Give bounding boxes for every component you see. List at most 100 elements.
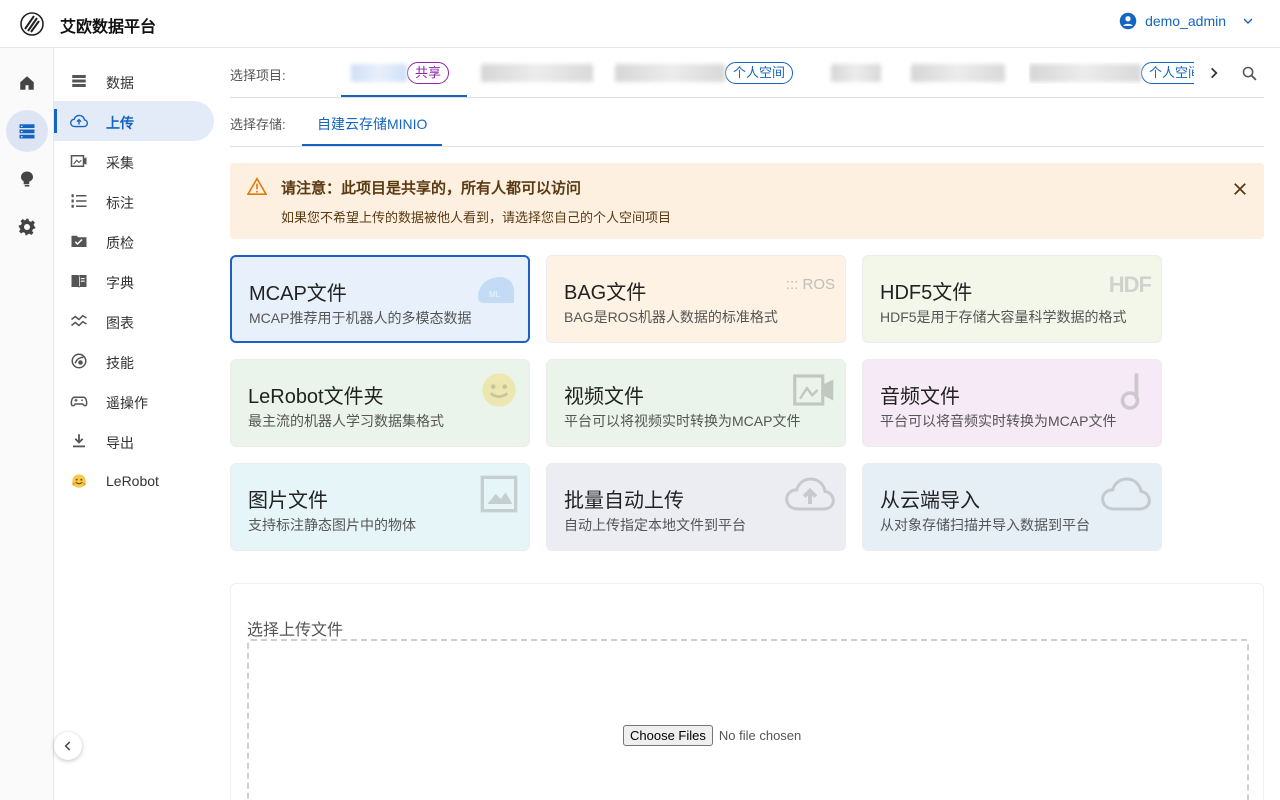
card-description: 支持标注静态图片中的物体 bbox=[248, 517, 416, 533]
project-tab[interactable] bbox=[831, 62, 881, 84]
main-content: 选择项目: 共享 个人空间 个人空间 选择存储: bbox=[230, 48, 1264, 800]
storage-selector: 选择存储: 自建云存储MINIO bbox=[230, 98, 1264, 147]
project-tab[interactable]: 个人空间 bbox=[1029, 62, 1194, 84]
file-dropzone[interactable]: Choose Files No file chosen bbox=[247, 639, 1249, 800]
gamepad-icon bbox=[70, 392, 88, 410]
sidebar-item-dictionary[interactable]: 字典 bbox=[54, 261, 214, 301]
rail-home[interactable] bbox=[6, 62, 48, 104]
gear-icon bbox=[18, 218, 36, 236]
scroll-tabs-right-button[interactable] bbox=[1204, 62, 1224, 84]
close-alert-button[interactable] bbox=[1230, 179, 1250, 199]
sidebar-item-teleop[interactable]: 遥操作 bbox=[54, 381, 214, 421]
card-description: 自动上传指定本地文件到平台 bbox=[564, 517, 746, 533]
chart-icon bbox=[70, 312, 88, 330]
project-tab[interactable]: 个人空间 bbox=[615, 62, 794, 84]
card-description: 平台可以将视频实时转换为MCAP文件 bbox=[564, 413, 801, 429]
card-description: 从对象存储扫描并导入数据到平台 bbox=[880, 517, 1090, 533]
rail-settings[interactable] bbox=[6, 206, 48, 248]
sidebar-item-capture[interactable]: 采集 bbox=[54, 141, 214, 181]
card-description: 平台可以将音频实时转换为MCAP文件 bbox=[880, 413, 1117, 429]
project-tab[interactable] bbox=[911, 62, 1005, 84]
card-title: LeRobot文件夹 bbox=[248, 386, 384, 408]
capture-icon bbox=[70, 152, 88, 170]
sidebar-item-qa[interactable]: 质检 bbox=[54, 221, 214, 261]
redacted-project-name bbox=[911, 64, 1005, 82]
sidebar-item-label: 遥操作 bbox=[106, 395, 148, 411]
storage-tab-minio[interactable]: 自建云存储MINIO bbox=[317, 114, 427, 134]
storage-selector-label: 选择存储: bbox=[230, 117, 286, 132]
cloud-upload-icon bbox=[70, 112, 88, 130]
rail-storage[interactable] bbox=[6, 110, 48, 152]
app-title: 艾欧数据平台 bbox=[60, 19, 157, 36]
collapse-sidebar-button[interactable] bbox=[54, 732, 82, 760]
chevron-right-icon bbox=[1211, 67, 1218, 79]
card-mcap[interactable]: ML MCAP文件 MCAP推荐用于机器人的多模态数据 bbox=[230, 255, 530, 343]
hdf-icon: HDF bbox=[1108, 272, 1152, 297]
personal-space-chip: 个人空间 bbox=[1141, 62, 1194, 84]
rail-brain[interactable] bbox=[6, 158, 48, 200]
card-title: BAG文件 bbox=[564, 282, 647, 304]
card-description: BAG是ROS机器人数据的标准格式 bbox=[564, 309, 778, 325]
lerobot-emoji-icon bbox=[70, 472, 88, 490]
sidebar-item-label: 采集 bbox=[106, 155, 134, 171]
sidebar-item-charts[interactable]: 图表 bbox=[54, 301, 214, 341]
list-icon bbox=[70, 192, 88, 210]
card-bag[interactable]: ::: ROS BAG文件 BAG是ROS机器人数据的标准格式 bbox=[546, 255, 846, 343]
card-title: 音频文件 bbox=[880, 386, 960, 408]
sidebar-item-label: 质检 bbox=[106, 235, 134, 251]
card-audio[interactable]: 音频文件 平台可以将音频实时转换为MCAP文件 bbox=[862, 359, 1162, 447]
sidebar-item-annotation[interactable]: 标注 bbox=[54, 181, 214, 221]
music-note-icon bbox=[1120, 373, 1140, 410]
download-icon bbox=[70, 432, 88, 450]
sidebar-item-export[interactable]: 导出 bbox=[54, 421, 214, 461]
card-image[interactable]: 图片文件 支持标注静态图片中的物体 bbox=[230, 463, 530, 551]
account-circle-icon bbox=[1119, 12, 1137, 30]
sidebar-item-label: 导出 bbox=[106, 435, 134, 451]
selected-storage-indicator bbox=[302, 144, 442, 146]
storage-icon bbox=[19, 124, 35, 139]
folder-check-icon bbox=[70, 232, 88, 250]
redacted-project-name bbox=[615, 64, 725, 82]
sidebar-item-skills[interactable]: 技能 bbox=[54, 341, 214, 381]
card-video[interactable]: 视频文件 平台可以将视频实时转换为MCAP文件 bbox=[546, 359, 846, 447]
skill-icon bbox=[70, 352, 88, 370]
card-lerobot[interactable]: LeRobot文件夹 最主流的机器人学习数据集格式 bbox=[230, 359, 530, 447]
close-icon bbox=[1234, 183, 1246, 195]
upload-panel: 选择上传文件 Choose Files No file chosen bbox=[230, 583, 1264, 800]
sidebar-item-label: 图表 bbox=[106, 315, 134, 331]
svg-text:ML: ML bbox=[489, 290, 501, 299]
file-status: No file chosen bbox=[718, 728, 802, 743]
user-menu[interactable]: demo_admin bbox=[1119, 12, 1256, 30]
upload-label: 选择上传文件 bbox=[247, 622, 344, 639]
search-projects-button[interactable] bbox=[1238, 62, 1260, 84]
app-header: 艾欧数据平台 demo_admin bbox=[0, 0, 1280, 48]
sidebar-item-lerobot[interactable]: LeRobot bbox=[54, 461, 214, 501]
project-tab[interactable] bbox=[481, 62, 593, 84]
sidebar-item-label: 标注 bbox=[106, 195, 134, 211]
alert-body: 如果您不希望上传的数据被他人看到，请选择您自己的个人空间项目 bbox=[281, 210, 672, 225]
redacted-project-name bbox=[481, 64, 593, 82]
ros-icon: ::: ROS bbox=[785, 276, 835, 293]
card-title: MCAP文件 bbox=[249, 283, 347, 305]
choose-files-button[interactable]: Choose Files bbox=[623, 725, 713, 746]
sidebar-item-label: 字典 bbox=[106, 275, 134, 291]
sidebar-item-upload[interactable]: 上传 bbox=[54, 101, 214, 141]
sidebar-item-label: 上传 bbox=[106, 115, 134, 131]
chevron-down-icon bbox=[1243, 18, 1253, 24]
image-icon bbox=[480, 475, 518, 513]
project-tab[interactable]: 共享 bbox=[351, 62, 450, 84]
card-description: HDF5是用于存储大容量科学数据的格式 bbox=[880, 309, 1127, 325]
lerobot-emoji-icon bbox=[482, 373, 516, 407]
shared-chip: 共享 bbox=[407, 62, 450, 84]
search-icon bbox=[1242, 66, 1257, 81]
sidebar-item-data[interactable]: 数据 bbox=[54, 61, 214, 101]
card-hdf5[interactable]: HDF HDF5文件 HDF5是用于存储大容量科学数据的格式 bbox=[862, 255, 1162, 343]
alert-title: 请注意：此项目是共享的，所有人都可以访问 bbox=[281, 180, 582, 197]
card-batch-upload[interactable]: 批量自动上传 自动上传指定本地文件到平台 bbox=[546, 463, 846, 551]
home-icon bbox=[20, 76, 34, 90]
card-title: 视频文件 bbox=[564, 386, 644, 408]
card-cloud-import[interactable]: 从云端导入 从对象存储扫描并导入数据到平台 bbox=[862, 463, 1162, 551]
book-icon bbox=[70, 272, 88, 290]
card-description: 最主流的机器人学习数据集格式 bbox=[248, 413, 444, 429]
redacted-project-name bbox=[1029, 64, 1141, 82]
